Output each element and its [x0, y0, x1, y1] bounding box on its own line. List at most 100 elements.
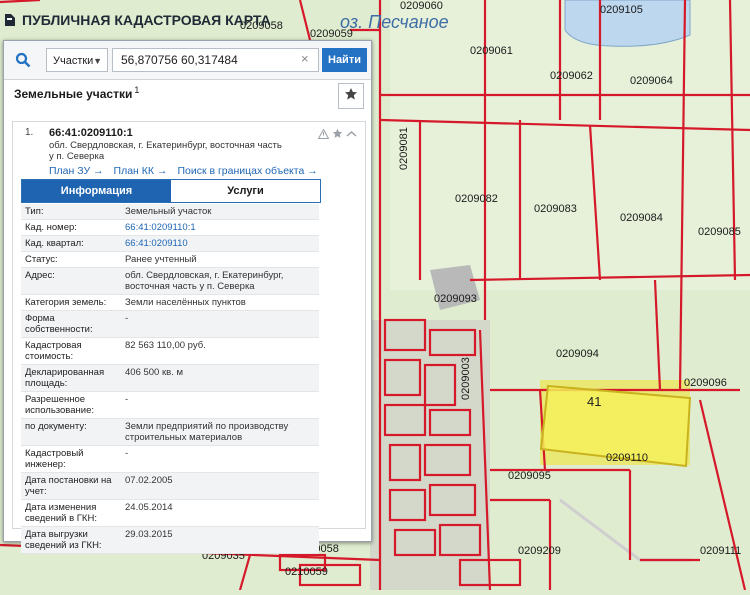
- map-label: 0209095: [508, 470, 551, 482]
- chevron-down-icon: ▼: [93, 49, 102, 73]
- attr-key: Тип:: [21, 204, 121, 219]
- attr-key: Разрешенное использование:: [21, 392, 121, 418]
- lake-label: оз. Песчаное: [340, 12, 449, 33]
- attr-key: по документу:: [21, 419, 121, 445]
- attr-value-link[interactable]: 66:41:0209110:1: [121, 220, 319, 235]
- attr-value-link[interactable]: 66:41:0209110: [121, 236, 319, 251]
- map-label: 0209093: [434, 293, 477, 305]
- attr-key: Адрес:: [21, 268, 121, 294]
- table-row: Кадастровая стоимость:82 563 110,00 руб.: [21, 338, 319, 365]
- map-label: 0209082: [455, 193, 498, 205]
- card-tabs: Информация Услуги: [21, 179, 321, 203]
- table-row: Тип:Земельный участок: [21, 204, 319, 220]
- parcel-card: 1. 66:41:0209110:1 обл. Свердловская, г.…: [12, 121, 366, 529]
- card-actions: [318, 126, 357, 144]
- attr-key: Форма собственности:: [21, 311, 121, 337]
- star-icon[interactable]: [332, 126, 343, 144]
- plan-zu-link[interactable]: План ЗУ →: [49, 165, 104, 177]
- search-bar: Участки ▼ × Найти: [4, 41, 371, 80]
- table-row: Кад. номер:66:41:0209110:1: [21, 220, 319, 236]
- object-type-value: Участки: [53, 55, 93, 67]
- map-label: 0209061: [470, 45, 513, 57]
- attr-key: Кад. номер:: [21, 220, 121, 235]
- clear-search-icon[interactable]: ×: [301, 51, 309, 66]
- table-row: Дата выгрузки сведений из ГКН:29.03.2015: [21, 527, 319, 554]
- attr-value: обл. Свердловская, г. Екатеринбург, вост…: [121, 268, 319, 294]
- attr-value: 07.02.2005: [121, 473, 319, 499]
- attr-value: 29.03.2015: [121, 527, 319, 553]
- attr-value: -: [121, 311, 319, 337]
- attr-key: Кадастровый инженер:: [21, 446, 121, 472]
- attr-value: Земли предприятий по производству строит…: [121, 419, 319, 445]
- attr-value: Ранее учтенный: [121, 252, 319, 267]
- results-count: 1: [134, 85, 139, 95]
- table-row: Дата изменения сведений в ГКН:24.05.2014: [21, 500, 319, 527]
- map-label: 0209003: [460, 357, 472, 400]
- map-label: 0209059: [310, 28, 353, 40]
- attr-value: 24.05.2014: [121, 500, 319, 526]
- table-row: Адрес:обл. Свердловская, г. Екатеринбург…: [21, 268, 319, 295]
- parcel-address: обл. Свердловская, г. Екатеринбург, вост…: [49, 140, 289, 162]
- attr-key: Кад. квартал:: [21, 236, 121, 251]
- table-row: Дата постановки на учет:07.02.2005: [21, 473, 319, 500]
- map-label: 0209111: [700, 545, 741, 557]
- map-label: 0210059: [285, 566, 328, 578]
- star-icon: [344, 87, 358, 106]
- tab-services[interactable]: Услуги: [171, 180, 320, 202]
- map-label: 0209096: [684, 377, 727, 389]
- attr-key: Дата изменения сведений в ГКН:: [21, 500, 121, 526]
- map-label: 0209062: [550, 70, 593, 82]
- attr-key: Декларированная площадь:: [21, 365, 121, 391]
- parcel-number[interactable]: 66:41:0209110:1: [49, 127, 133, 139]
- find-button[interactable]: Найти: [322, 48, 367, 72]
- search-input[interactable]: [112, 48, 319, 72]
- search-icon[interactable]: [10, 47, 36, 73]
- favorites-button[interactable]: [338, 83, 364, 109]
- attr-value: -: [121, 392, 319, 418]
- table-row: Категория земель:Земли населённых пункто…: [21, 295, 319, 311]
- table-row: по документу:Земли предприятий по произв…: [21, 419, 319, 446]
- parcel-index: 1.: [25, 127, 33, 138]
- map-label: 0209110: [606, 452, 648, 464]
- attr-key: Кадастровая стоимость:: [21, 338, 121, 364]
- map-pin-logo-icon: [4, 13, 16, 27]
- results-title-text: Земельные участки: [14, 87, 132, 101]
- app-title: ПУБЛИЧНАЯ КАДАСТРОВАЯ КАРТА: [4, 12, 271, 28]
- object-type-select[interactable]: Участки ▼: [46, 48, 108, 72]
- attr-value: 82 563 110,00 руб.: [121, 338, 319, 364]
- map-label: 0209094: [556, 348, 599, 360]
- map-label: 0209064: [630, 75, 673, 87]
- map-label: 0209081: [398, 127, 410, 170]
- attr-value: Земли населённых пунктов: [121, 295, 319, 310]
- selected-parcel-label: 41: [587, 394, 601, 409]
- table-row: Кадастровый инженер:-: [21, 446, 319, 473]
- search-in-bounds-link[interactable]: Поиск в границах объекта →: [177, 165, 317, 177]
- map-label: 0209105: [600, 4, 643, 16]
- collapse-icon[interactable]: [346, 126, 357, 144]
- attr-value: 406 500 кв. м: [121, 365, 319, 391]
- attr-key: Категория земель:: [21, 295, 121, 310]
- map-label: 0209084: [620, 212, 663, 224]
- table-row: Кад. квартал:66:41:0209110: [21, 236, 319, 252]
- table-row: Статус:Ранее учтенный: [21, 252, 319, 268]
- map-label: 0209209: [518, 545, 561, 557]
- table-row: Форма собственности:-: [21, 311, 319, 338]
- attr-value: -: [121, 446, 319, 472]
- tab-information[interactable]: Информация: [22, 180, 171, 202]
- table-row: Разрешенное использование:-: [21, 392, 319, 419]
- attr-key: Статус:: [21, 252, 121, 267]
- parcel-links: План ЗУ → План КК → Поиск в границах объ…: [49, 165, 318, 177]
- table-row: Декларированная площадь:406 500 кв. м: [21, 365, 319, 392]
- map-label: 0209083: [534, 203, 577, 215]
- warning-icon[interactable]: [318, 126, 329, 144]
- attr-key: Дата постановки на учет:: [21, 473, 121, 499]
- plan-kk-link[interactable]: План КК →: [114, 165, 168, 177]
- attr-value: Земельный участок: [121, 204, 319, 219]
- map-label: 0209085: [698, 226, 741, 238]
- attributes-table: Тип:Земельный участок Кад. номер:66:41:0…: [21, 204, 319, 554]
- app-title-text: ПУБЛИЧНАЯ КАДАСТРОВАЯ КАРТА: [22, 12, 271, 28]
- map-label: 0209060: [400, 0, 443, 12]
- results-title: Земельные участки1: [14, 85, 139, 101]
- info-panel: Участки ▼ × Найти Земельные участки1 1. …: [3, 40, 372, 542]
- attr-key: Дата выгрузки сведений из ГКН:: [21, 527, 121, 553]
